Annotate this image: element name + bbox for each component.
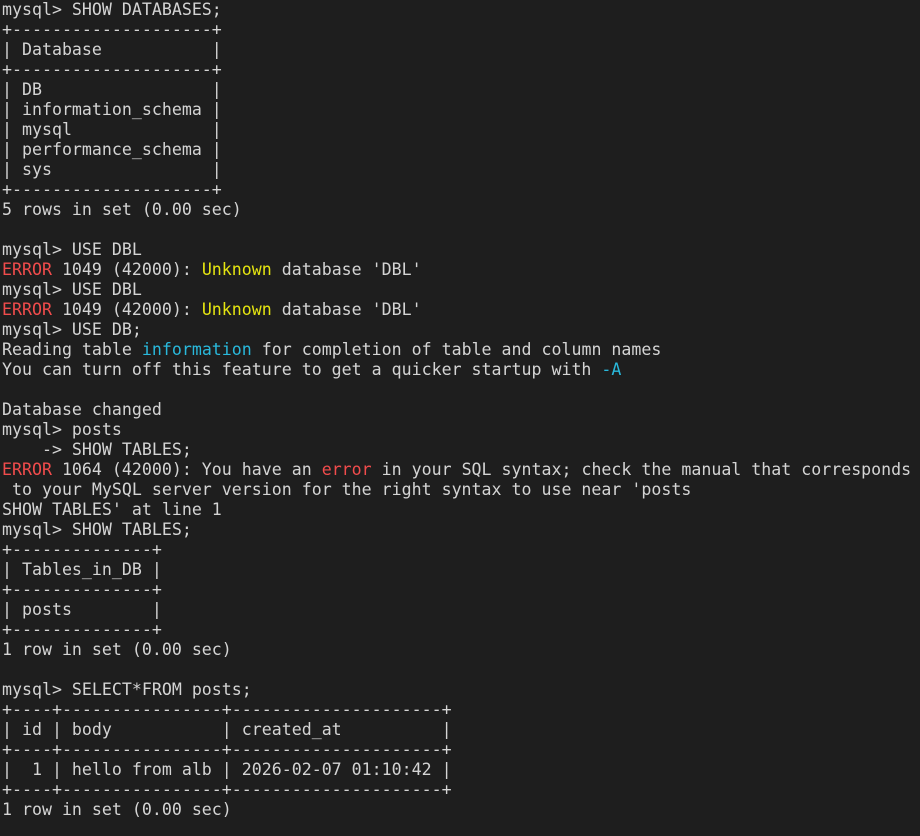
error-line: ERROR 1064 (42000): You have an error in… <box>2 460 920 480</box>
line-text: in your SQL syntax; check the manual tha… <box>371 460 912 479</box>
table-row-line: | id | body | created_at | <box>2 720 920 740</box>
line-text: database 'DBL' <box>271 300 422 319</box>
line-text: +--------------------+ <box>2 20 222 39</box>
line-text: -> SHOW TABLES; <box>2 440 192 459</box>
line-text: mysql> USE DBL <box>2 280 142 299</box>
line-text: to your MySQL server version for the rig… <box>2 480 692 499</box>
line-text: mysql> SELECT*FROM posts; <box>2 680 252 699</box>
command-line: mysql> USE DB; <box>2 320 920 340</box>
table-row-line: | posts | <box>2 600 920 620</box>
line-text: +--------------+ <box>2 540 162 559</box>
output-line: Database changed <box>2 400 920 420</box>
table-border-line: +--------------------+ <box>2 180 920 200</box>
table-border-line: +--------------------+ <box>2 60 920 80</box>
line-text: | information_schema | <box>2 100 222 119</box>
output-line: SHOW TABLES' at line 1 <box>2 500 920 520</box>
line-text: 5 rows in set (0.00 sec) <box>2 200 242 219</box>
line-text: +--------------------+ <box>2 180 222 199</box>
line-text: 1049 (42000): <box>51 300 202 319</box>
table-row-line: | performance_schema | <box>2 140 920 160</box>
line-text: mysql> posts <box>2 420 122 439</box>
continuation-line: -> SHOW TABLES; <box>2 440 920 460</box>
table-row-line: | Database | <box>2 40 920 60</box>
command-line: mysql> posts <box>2 420 920 440</box>
command-line: mysql> USE DBL <box>2 240 920 260</box>
table-border-line: +--------------------+ <box>2 20 920 40</box>
line-text: SHOW TABLES' at line 1 <box>2 500 222 519</box>
line-text: +--------------------+ <box>2 60 222 79</box>
line-text: for completion of table and column names <box>251 340 662 359</box>
table-row-line: | 1 | hello from alb | 2026-02-07 01:10:… <box>2 760 920 780</box>
output-line: 1 row in set (0.00 sec) <box>2 640 920 660</box>
error-label: ERROR <box>2 260 52 279</box>
line-text: +----+----------------+-----------------… <box>2 700 452 719</box>
command-line: mysql> SELECT*FROM posts; <box>2 680 920 700</box>
table-border-line: +----+----------------+-----------------… <box>2 700 920 720</box>
line-text: 1 row in set (0.00 sec) <box>2 800 232 819</box>
terminal-output[interactable]: mysql> SHOW DATABASES; +-----------------… <box>0 0 920 836</box>
line-text: | mysql | <box>2 120 222 139</box>
info-text: -A <box>601 360 622 379</box>
line-text: | Tables_in_DB | <box>2 560 162 579</box>
table-row-line: | mysql | <box>2 120 920 140</box>
warning-text: Unknown <box>201 260 272 279</box>
output-line: You can turn off this feature to get a q… <box>2 360 920 380</box>
table-border-line: +--------------+ <box>2 580 920 600</box>
line-text: Database changed <box>2 400 162 419</box>
line-text: +----+----------------+-----------------… <box>2 780 452 799</box>
line-text: +--------------+ <box>2 620 162 639</box>
line-text: | DB | <box>2 80 222 99</box>
error-label: error <box>321 460 372 479</box>
line-text: 1064 (42000): You have an <box>51 460 322 479</box>
warning-text: Unknown <box>201 300 272 319</box>
line-text: +----+----------------+-----------------… <box>2 740 452 759</box>
error-line: ERROR 1049 (42000): Unknown database 'DB… <box>2 260 920 280</box>
line-text: database 'DBL' <box>271 260 422 279</box>
output-line: 5 rows in set (0.00 sec) <box>2 200 920 220</box>
error-line: ERROR 1049 (42000): Unknown database 'DB… <box>2 300 920 320</box>
info-text: information <box>141 340 252 359</box>
line-text: mysql> SHOW DATABASES; <box>2 0 222 19</box>
output-line: 1 row in set (0.00 sec) <box>2 800 920 820</box>
line-text: | sys | <box>2 160 222 179</box>
error-label: ERROR <box>2 300 52 319</box>
table-border-line: +--------------+ <box>2 620 920 640</box>
line-text: You can turn off this feature to get a q… <box>2 360 602 379</box>
table-row-line: | information_schema | <box>2 100 920 120</box>
line-text: mysql> USE DB; <box>2 320 142 339</box>
line-text: | posts | <box>2 600 162 619</box>
table-border-line: +----+----------------+-----------------… <box>2 780 920 800</box>
command-line: mysql> USE DBL <box>2 280 920 300</box>
command-line: mysql> SHOW TABLES; <box>2 520 920 540</box>
line-text: | id | body | created_at | <box>2 720 452 739</box>
line-text: +--------------+ <box>2 580 162 599</box>
line-text: | performance_schema | <box>2 140 222 159</box>
line-text: | 1 | hello from alb | 2026-02-07 01:10:… <box>2 760 452 779</box>
line-text: 1 row in set (0.00 sec) <box>2 640 232 659</box>
table-row-line: | Tables_in_DB | <box>2 560 920 580</box>
line-text: Reading table <box>2 340 142 359</box>
table-border-line: +----+----------------+-----------------… <box>2 740 920 760</box>
table-border-line: +--------------+ <box>2 540 920 560</box>
line-text: | Database | <box>2 40 222 59</box>
table-row-line: | sys | <box>2 160 920 180</box>
command-line: mysql> SHOW DATABASES; <box>2 0 920 20</box>
table-row-line: | DB | <box>2 80 920 100</box>
line-text: 1049 (42000): <box>51 260 202 279</box>
output-line: Reading table information for completion… <box>2 340 920 360</box>
line-text: mysql> USE DBL <box>2 240 142 259</box>
error-label: ERROR <box>2 460 52 479</box>
line-text: mysql> SHOW TABLES; <box>2 520 192 539</box>
output-line: to your MySQL server version for the rig… <box>2 480 920 500</box>
